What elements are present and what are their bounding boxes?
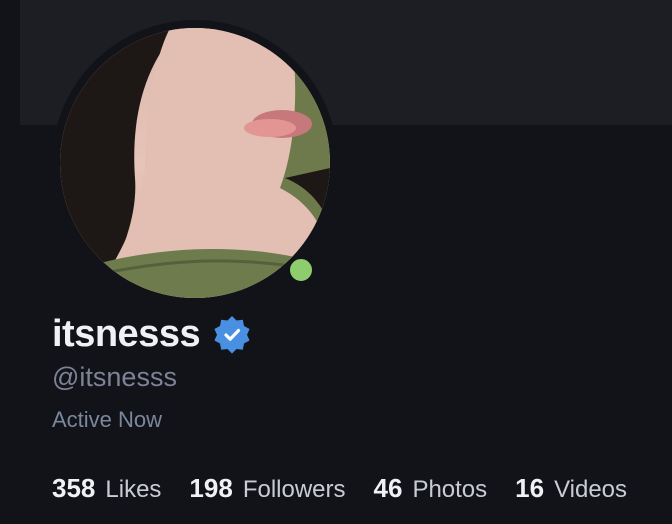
stat-likes[interactable]: 358 Likes (52, 473, 161, 504)
stat-label: Videos (554, 475, 628, 503)
stat-photos[interactable]: 46 Photos (374, 473, 488, 504)
stat-count: 16 (515, 472, 545, 503)
stat-label: Photos (412, 475, 488, 503)
activity-status: Active Now (52, 407, 163, 432)
stat-followers[interactable]: 198 Followers (189, 473, 345, 504)
stat-count: 46 (373, 472, 403, 503)
stat-label: Followers (242, 475, 346, 503)
online-status-icon (287, 256, 315, 284)
name-row: itsnesss (52, 310, 252, 358)
display-name: itsnesss (52, 312, 201, 355)
stat-videos[interactable]: 16 Videos (515, 473, 627, 504)
stat-count: 198 (189, 472, 233, 503)
stat-label: Likes (105, 475, 162, 503)
avatar-photo (60, 28, 330, 298)
stat-count: 358 (52, 472, 96, 503)
profile-handle: @itsnesss (52, 362, 177, 392)
profile-stats: 358 Likes 198 Followers 46 Photos 16 Vid… (52, 472, 655, 504)
verified-badge-icon (214, 316, 250, 354)
avatar[interactable] (60, 28, 330, 298)
